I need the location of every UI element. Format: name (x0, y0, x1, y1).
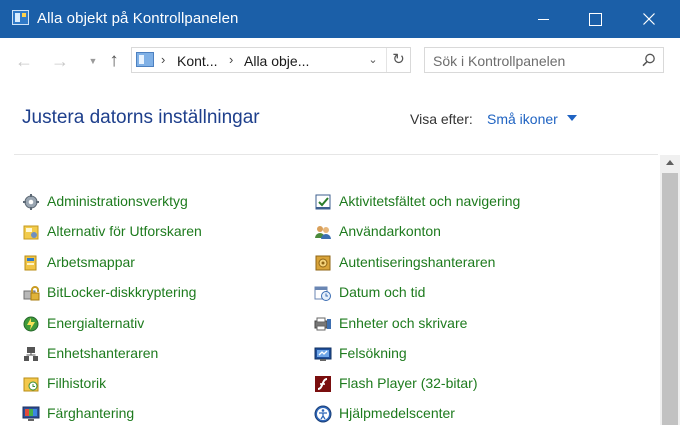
content-header: Justera datorns inställningar Visa efter… (0, 84, 680, 154)
control-panel-icon (136, 52, 154, 67)
credential-manager-icon (315, 255, 331, 271)
item-label[interactable]: Administrationsverktyg (47, 193, 188, 209)
up-button[interactable]: ↑ (103, 50, 125, 72)
minimize-button[interactable] (520, 0, 566, 38)
power-options-icon (23, 316, 39, 332)
folder-options-icon (23, 225, 39, 240)
title-bar: Alla objekt på Kontrollpanelen (0, 0, 680, 38)
close-button[interactable] (626, 0, 672, 38)
close-icon (643, 13, 655, 25)
ease-of-access-icon (314, 405, 332, 423)
bitlocker-icon (23, 286, 40, 301)
item-label[interactable]: Energialternativ (47, 315, 144, 331)
view-by-dropdown[interactable]: Små ikoner (487, 111, 558, 127)
device-manager-icon (24, 347, 38, 361)
control-panel-icon (12, 10, 29, 25)
window-title: Alla objekt på Kontrollpanelen (37, 10, 239, 27)
breadcrumb-separator-icon[interactable]: › (229, 52, 233, 67)
chevron-down-icon: ⌄ (368, 54, 378, 66)
item-label[interactable]: Filhistorik (47, 375, 106, 391)
forward-button[interactable]: → (49, 50, 71, 72)
search-box[interactable] (424, 47, 664, 73)
breadcrumb-control-panel[interactable]: Kont... (177, 53, 217, 69)
devices-printers-icon (314, 317, 331, 331)
search-input[interactable] (433, 52, 633, 69)
item-label[interactable]: Färghantering (47, 405, 134, 421)
taskbar-icon (315, 194, 331, 210)
vertical-scrollbar[interactable] (660, 155, 680, 425)
arrow-up-icon: ↑ (109, 50, 119, 71)
work-folders-icon (24, 255, 37, 271)
address-bar[interactable]: › Kont... › Alla obje... ⌄ ↻ (131, 47, 411, 73)
control-panel-items: Administrationsverktyg Alternativ för Ut… (0, 155, 660, 425)
item-label[interactable]: Hjälpmedelscenter (339, 405, 455, 421)
scroll-up-arrow-icon[interactable] (666, 160, 674, 165)
item-label[interactable]: Felsökning (339, 345, 407, 361)
arrow-right-icon: → (51, 51, 69, 71)
date-time-icon (314, 286, 331, 301)
color-management-icon (22, 406, 40, 421)
breadcrumb-separator-icon[interactable]: › (161, 52, 165, 67)
item-label[interactable]: Arbetsmappar (47, 254, 135, 270)
search-icon (642, 53, 655, 67)
item-label[interactable]: Aktivitetsfältet och navigering (339, 193, 520, 209)
recent-locations-button[interactable]: ▼ (82, 50, 104, 72)
page-title: Justera datorns inställningar (22, 107, 260, 128)
file-history-icon (23, 377, 39, 392)
administrative-tools-icon (23, 194, 39, 210)
chevron-down-icon: ▼ (88, 56, 98, 66)
scrollbar-thumb[interactable] (662, 173, 678, 425)
caret-down-icon[interactable] (567, 115, 577, 121)
item-label[interactable]: Enheter och skrivare (339, 315, 467, 331)
user-accounts-icon (315, 226, 331, 239)
item-label[interactable]: Alternativ för Utforskaren (47, 223, 202, 239)
arrow-left-icon: ← (15, 51, 33, 71)
troubleshooting-icon (314, 347, 332, 361)
back-button[interactable]: ← (13, 50, 35, 72)
refresh-icon: ↻ (392, 51, 405, 68)
address-dropdown-button[interactable]: ⌄ (364, 50, 382, 70)
item-label[interactable]: Flash Player (32-bitar) (339, 375, 478, 391)
view-by-label: Visa efter: (410, 111, 473, 127)
item-label[interactable]: BitLocker-diskkryptering (47, 284, 196, 300)
item-label[interactable]: Datum och tid (339, 284, 425, 300)
refresh-button[interactable]: ↻ (386, 48, 410, 72)
navigation-bar: ← → ▼ ↑ › Kont... › Alla obje... ⌄ ↻ (0, 38, 680, 84)
item-label[interactable]: Användarkonton (339, 223, 441, 239)
breadcrumb-all-items[interactable]: Alla obje... (244, 53, 309, 69)
item-label[interactable]: Enhetshanteraren (47, 345, 158, 361)
item-label[interactable]: Autentiseringshanteraren (339, 254, 495, 270)
maximize-button[interactable] (572, 0, 618, 38)
flash-player-icon (315, 376, 331, 392)
